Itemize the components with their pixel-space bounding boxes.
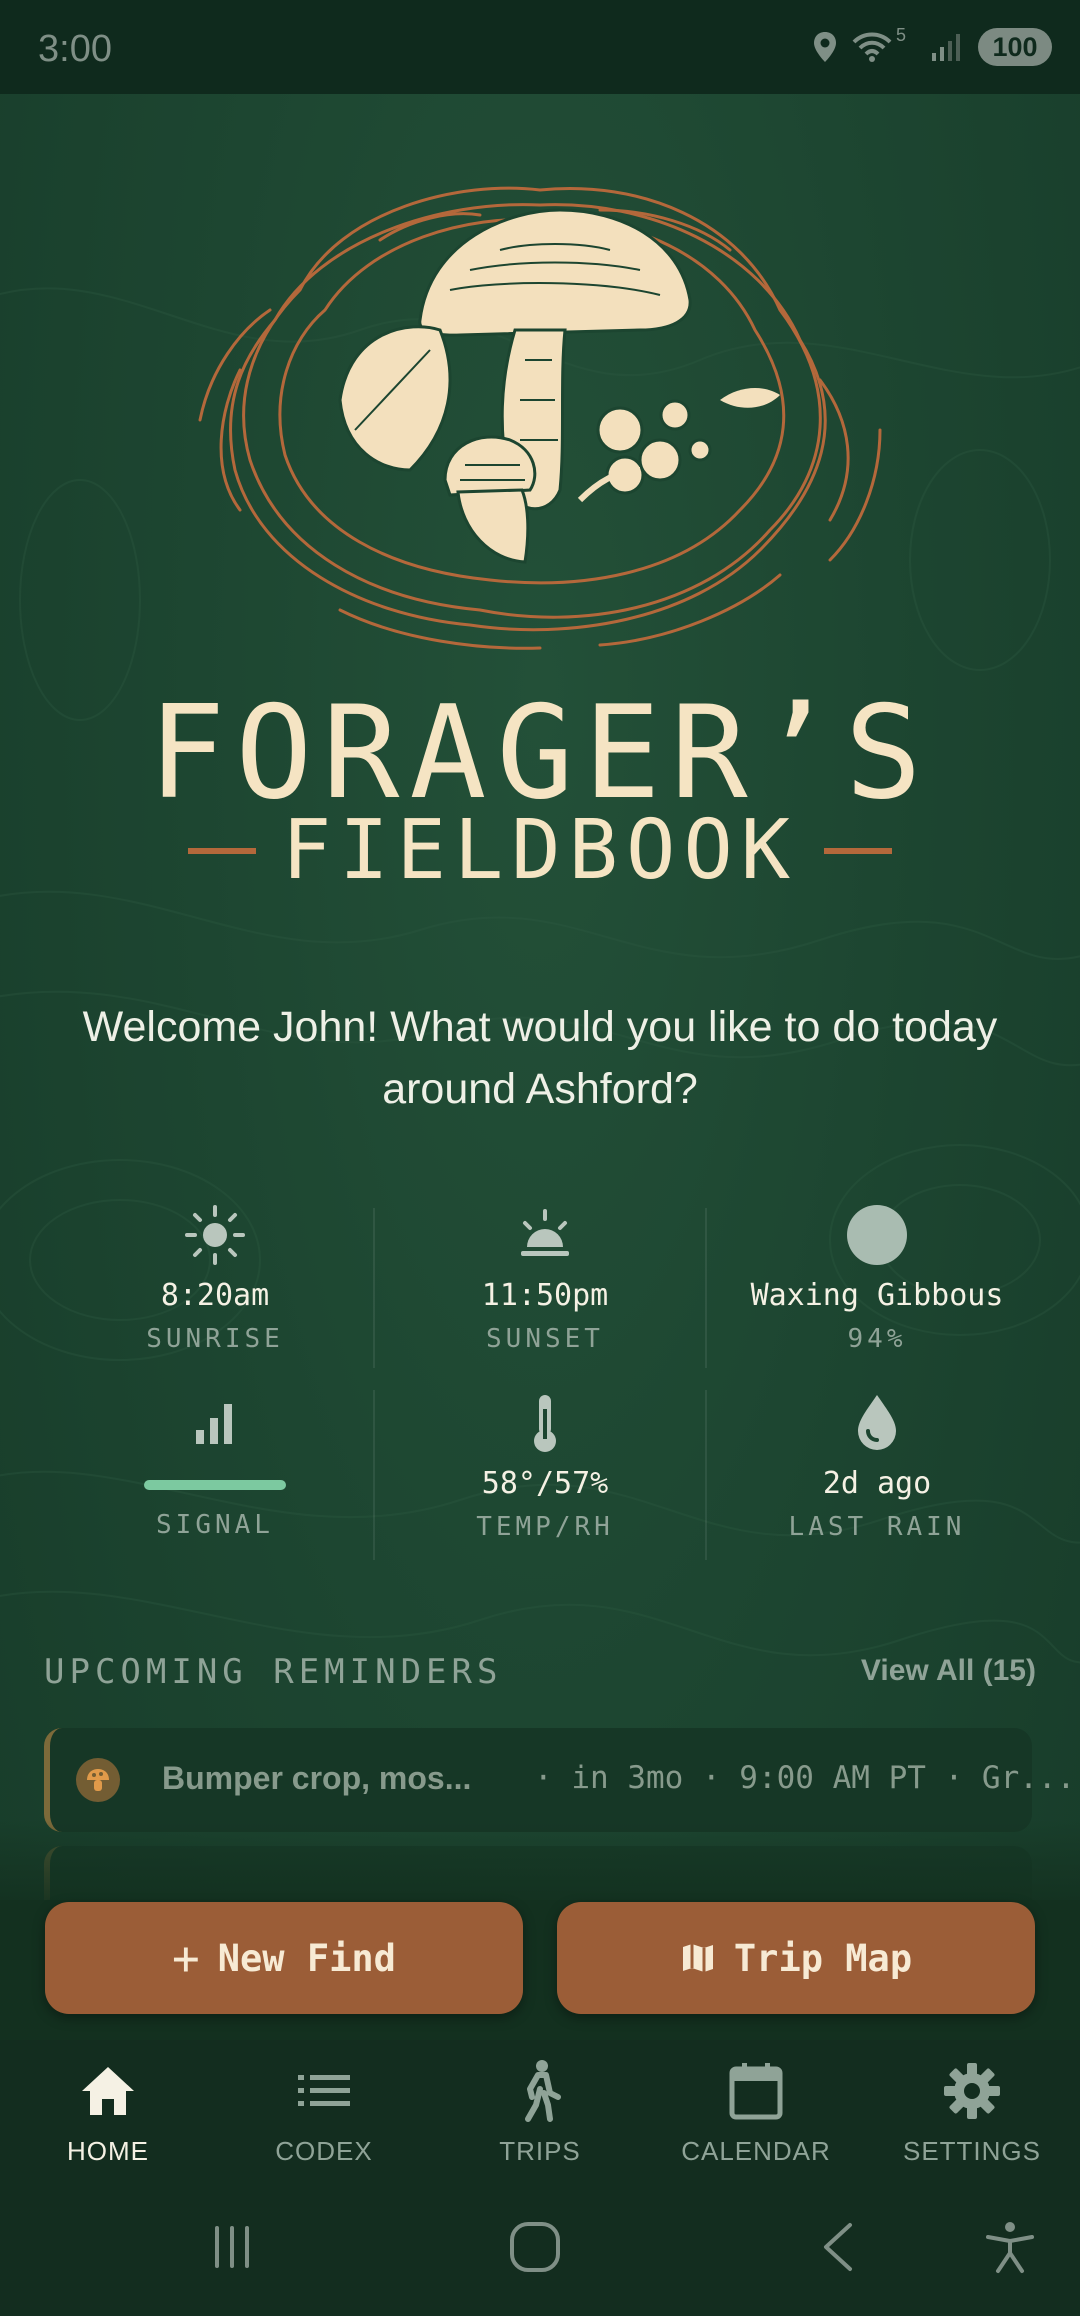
stat-sunrise: 8:20am SUNRISE <box>50 1200 380 1356</box>
moon-icon <box>847 1205 907 1265</box>
back-icon <box>824 2223 852 2271</box>
gear-icon <box>944 2063 1000 2119</box>
location-icon <box>813 32 836 62</box>
accessibility-icon <box>986 2222 1034 2273</box>
map-icon <box>682 1944 713 1972</box>
list-icon <box>298 2075 350 2106</box>
sunrise-label: SUNRISE <box>146 1324 284 1354</box>
sunset-value: 11:50pm <box>481 1278 609 1313</box>
bottom-navigation: HOME CODEX TRIPS CALENDAR SETTINGS <box>0 2040 1080 2180</box>
trip-map-button[interactable]: Trip Map <box>557 1902 1035 2014</box>
home-circle-icon <box>510 2222 560 2272</box>
moon-illumination: 94% <box>847 1324 907 1354</box>
home-icon <box>82 2067 134 2115</box>
recents-icon <box>215 2226 249 2268</box>
stat-moon: Waxing Gibbous 94% <box>712 1200 1042 1356</box>
new-find-button[interactable]: + New Find <box>45 1902 523 2014</box>
last-rain-label: LAST RAIN <box>788 1512 966 1542</box>
stat-last-rain: 2d ago LAST RAIN <box>712 1388 1042 1544</box>
nav-codex-label: CODEX <box>275 2136 373 2166</box>
wifi-icon <box>852 32 892 62</box>
recent-apps-button[interactable] <box>200 2212 264 2282</box>
brand-title: FORAGER’S <box>148 679 932 828</box>
nav-trips-label: TRIPS <box>499 2136 581 2166</box>
trip-map-label: Trip Map <box>733 1936 913 1980</box>
status-time: 3:00 <box>38 28 112 70</box>
nav-settings-label: SETTINGS <box>902 2136 1041 2166</box>
conditions-panel: 8:20am SUNRISE 11:50pm SUNSET Waxing Gib… <box>60 1200 1050 1570</box>
temperature-label: TEMP/RH <box>476 1512 614 1542</box>
sunset-icon <box>521 1209 569 1256</box>
signal-label: SIGNAL <box>156 1510 274 1540</box>
nav-home-label: HOME <box>67 2136 149 2166</box>
wifi-label: 5 <box>895 24 906 45</box>
brand-subtitle-row: FIELDBOOK <box>0 810 1080 892</box>
divider <box>187 848 256 854</box>
sunset-label: SUNSET <box>486 1324 604 1354</box>
view-all-reminders-link[interactable]: View All (15) <box>861 1654 1036 1688</box>
reminder-title: Bumper crop, mos... <box>162 1760 472 1796</box>
back-button[interactable] <box>808 2212 868 2282</box>
new-find-label: New Find <box>217 1936 396 1980</box>
reminders-header: UPCOMING REMINDERS View All (15) <box>44 1652 1036 1696</box>
plus-icon: + <box>172 1931 200 1985</box>
reminders-title: UPCOMING REMINDERS <box>44 1652 503 1692</box>
app-logo <box>198 186 882 650</box>
drop-icon <box>858 1395 896 1450</box>
accessibility-button[interactable] <box>980 2212 1040 2282</box>
thermometer-icon <box>534 1395 556 1452</box>
nav-trips[interactable]: TRIPS <box>432 2058 648 2167</box>
nav-calendar[interactable]: CALENDAR <box>648 2058 864 2167</box>
system-navigation-bar <box>0 2180 1080 2316</box>
sun-icon <box>185 1205 245 1265</box>
temperature-value: 58°/57% <box>481 1466 609 1501</box>
signal-strength-bar <box>144 1480 286 1490</box>
nav-home[interactable]: HOME <box>0 2058 216 2167</box>
welcome-message: Welcome John! What would you like to do … <box>82 1003 998 1113</box>
brand-subtitle: FIELDBOOK <box>281 803 799 898</box>
moon-phase-value: Waxing Gibbous <box>750 1278 1004 1313</box>
stat-sunset: 11:50pm SUNSET <box>380 1200 710 1356</box>
nav-calendar-label: CALENDAR <box>681 2136 831 2166</box>
cell-signal-icon <box>932 34 960 61</box>
divider <box>824 848 893 854</box>
walking-icon <box>525 2060 561 2122</box>
nav-codex[interactable]: CODEX <box>216 2058 432 2167</box>
last-rain-value: 2d ago <box>822 1466 932 1501</box>
calendar-icon <box>729 2063 783 2120</box>
stat-temperature: 58°/57% TEMP/RH <box>380 1388 710 1544</box>
sunrise-value: 8:20am <box>160 1278 270 1313</box>
status-bar: 3:00 5 100 <box>0 0 1080 94</box>
stat-signal: SIGNAL <box>50 1388 380 1542</box>
mushroom-icon <box>76 1758 120 1802</box>
status-icons: 5 100 <box>812 24 1052 70</box>
battery-indicator: 100 <box>978 28 1052 66</box>
reminder-meta: · in 3mo · 9:00 AM PT · Gr... <box>534 1760 1076 1796</box>
home-system-button[interactable] <box>500 2212 570 2282</box>
app-screen: 3:00 5 100 FORAGER’S FIELDBOOK Welcome J… <box>0 0 1080 2316</box>
reminder-card[interactable]: Bumper crop, mos... · in 3mo · 9:00 AM P… <box>44 1728 1075 1832</box>
nav-settings[interactable]: SETTINGS <box>864 2058 1080 2167</box>
signal-bars-icon <box>196 1404 232 1444</box>
